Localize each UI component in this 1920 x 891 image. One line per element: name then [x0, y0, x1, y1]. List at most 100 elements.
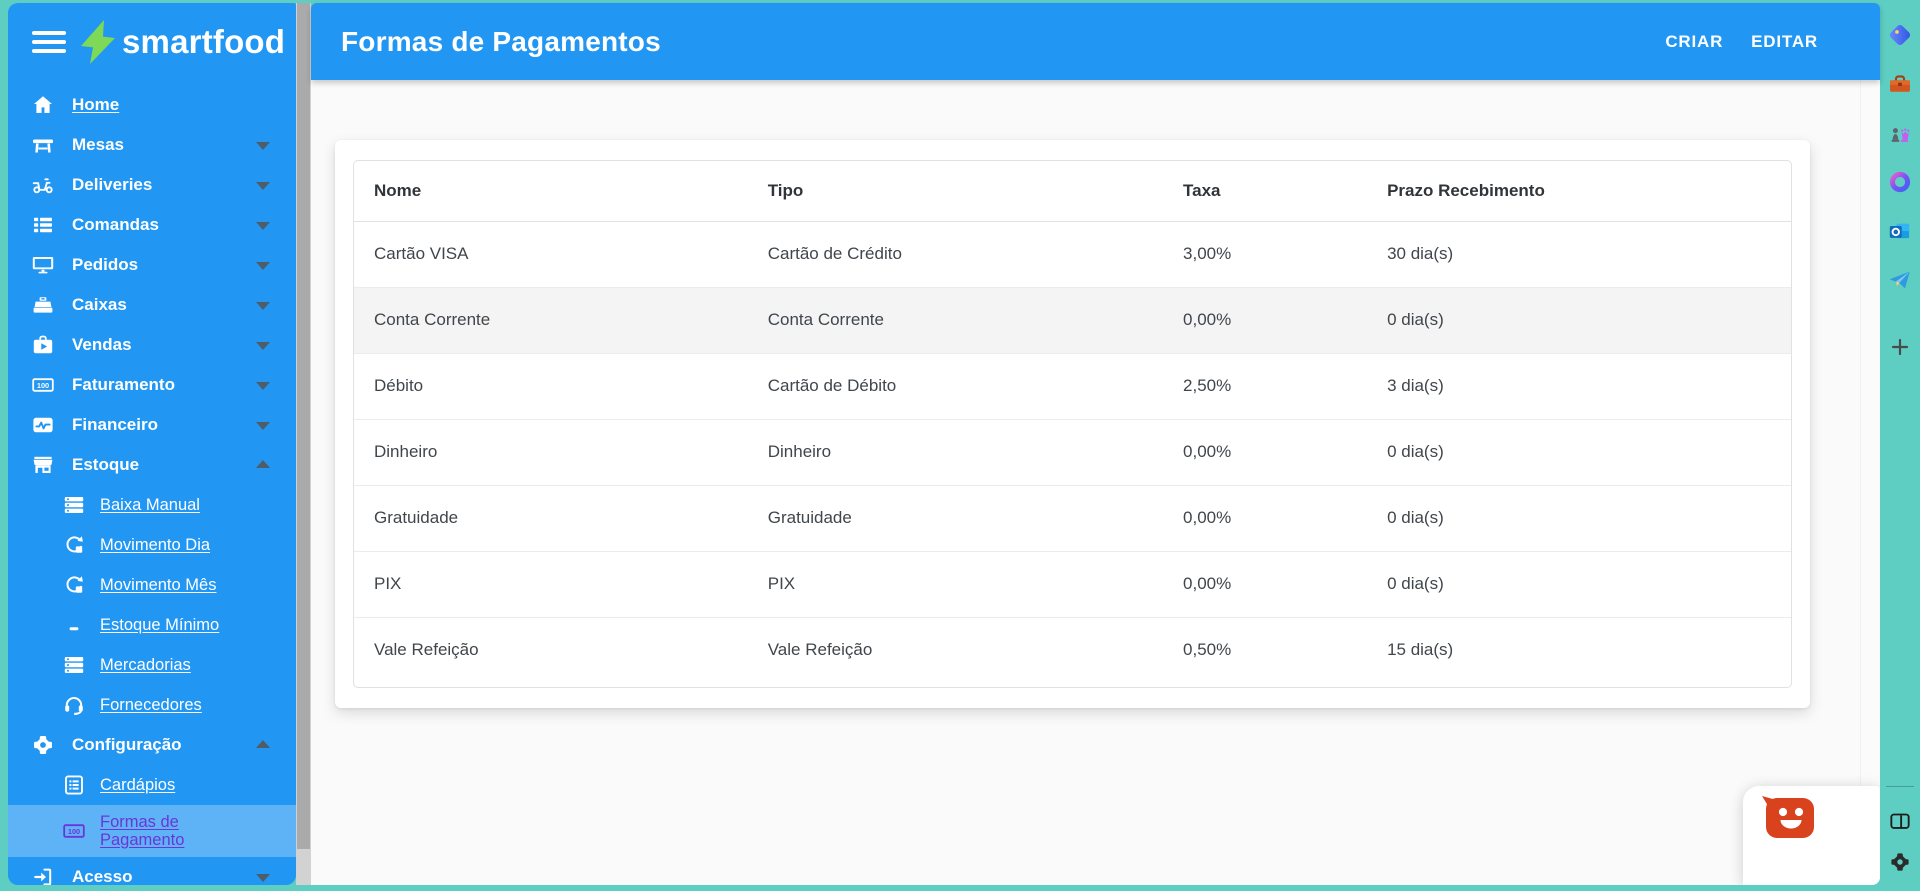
sidebar-item-label: Pedidos — [72, 255, 139, 274]
sidebar-item-estoque-minimo[interactable]: Estoque Mínimo — [8, 605, 296, 645]
toolbox-icon[interactable] — [1887, 71, 1913, 97]
sidebar-item-acesso[interactable]: Acesso — [8, 857, 296, 885]
sidebar-scrollbar[interactable] — [296, 3, 311, 885]
chess-icon[interactable] — [1887, 120, 1913, 146]
send-icon[interactable] — [1887, 267, 1913, 293]
sidebar-item-vendas[interactable]: Vendas — [8, 325, 296, 365]
app-window: smartfood Home Mesas Deliveries Comandas Ped… — [8, 3, 1880, 885]
page-title: Formas de Pagamentos — [341, 25, 661, 57]
sidebar-item-caixas[interactable]: Caixas — [8, 285, 296, 325]
table-row-conta-corrente[interactable]: Conta Corrente Conta Corrente 0,00% 0 dia(s… — [354, 286, 1791, 353]
cell-taxa: 0,50% — [1163, 616, 1368, 683]
sidebar-item-label: Comandas — [72, 215, 159, 234]
table-row-pix[interactable]: PIX PIX 0,00% 0 dia(s) — [354, 550, 1791, 617]
chevron-down-icon — [256, 342, 270, 350]
table-row-cartao-visa[interactable]: Cartão VISA Cartão de Crédito 3,00% 30 dia(… — [354, 221, 1791, 287]
add-icon[interactable] — [1887, 334, 1913, 360]
cell-prazo: 0 dia(s) — [1367, 286, 1791, 353]
hamburger-menu-icon[interactable] — [32, 31, 66, 53]
sidebar-item-mercadorias[interactable]: Mercadorias — [8, 645, 296, 685]
sidebar-item-label: Movimento Dia — [100, 535, 211, 554]
sync-icon — [62, 573, 86, 597]
editar-button[interactable]: EDITAR — [1739, 22, 1830, 62]
sidebar-item-financeiro[interactable]: Financeiro — [8, 405, 296, 445]
sidebar-item-label: Financeiro — [72, 415, 158, 434]
office-icon[interactable] — [1887, 169, 1913, 195]
chevron-up-icon — [256, 460, 270, 468]
home-icon — [30, 92, 56, 118]
chevron-down-icon — [256, 262, 270, 270]
sidebar-item-label: Formas de Pagamento — [100, 812, 185, 849]
sidebar-item-movimento-dia[interactable]: Movimento Dia — [8, 525, 296, 565]
banknote-icon: 100 — [30, 372, 56, 398]
sidebar-item-baixa-manual[interactable]: Baixa Manual — [8, 485, 296, 525]
sidebar-item-mesas[interactable]: Mesas — [8, 125, 296, 165]
sidebar-item-formas-de-pagamento[interactable]: 100 Formas de Pagamento — [8, 805, 296, 857]
payments-table: Nome Tipo Taxa Prazo Recebimento Cartão VIS… — [353, 160, 1792, 688]
sidebar-item-movimento-mes[interactable]: Movimento Mês — [8, 565, 296, 605]
chevron-down-icon — [256, 302, 270, 310]
cell-taxa: 2,50% — [1163, 352, 1368, 419]
sidebar-item-fornecedores[interactable]: Fornecedores — [8, 685, 296, 725]
sidebar-item-cardapios[interactable]: Cardápios — [8, 765, 296, 805]
cell-taxa: 3,00% — [1183, 244, 1232, 263]
sidebar-item-pedidos[interactable]: Pedidos — [8, 245, 296, 285]
cell-prazo: 0 dia(s) — [1367, 550, 1791, 617]
smartfood-logo[interactable]: smartfood — [76, 19, 285, 65]
svg-text:100: 100 — [37, 381, 49, 390]
chevron-down-icon — [256, 874, 270, 882]
sidebar-item-label: Configuração — [72, 735, 182, 754]
table-row-debito[interactable]: Débito Cartão de Débito 2,50% 3 dia(s) — [354, 352, 1791, 419]
sidebar-item-deliveries[interactable]: Deliveries — [8, 165, 296, 205]
rail-divider — [1886, 786, 1914, 787]
sidebar-item-label: Mercadorias — [100, 655, 191, 674]
sidebar-item-comandas[interactable]: Comandas — [8, 205, 296, 245]
cell-prazo: 30 dia(s) — [1387, 244, 1454, 263]
chevron-down-icon — [256, 222, 270, 230]
cell-taxa: 0,00% — [1163, 550, 1368, 617]
sidebar-nav: Home Mesas Deliveries Comandas Pedidos Caixas… — [8, 81, 296, 885]
rail-bottom-icons — [1880, 786, 1920, 875]
sidebar-item-label: Estoque — [72, 455, 140, 474]
chevron-down-icon — [256, 382, 270, 390]
sidebar-item-estoque[interactable]: Estoque — [8, 445, 296, 485]
sidebar-item-configuracao[interactable]: Configuração — [8, 725, 296, 765]
headset-icon — [62, 693, 86, 717]
list-icon — [30, 212, 56, 238]
tag-icon[interactable] — [1887, 22, 1913, 48]
chevron-up-icon — [256, 740, 270, 748]
sidebar-item-label: Cardápios — [100, 775, 176, 794]
settings-gear-icon[interactable] — [1887, 849, 1913, 875]
chevron-down-icon — [256, 142, 270, 150]
sidebar-item-label: Movimento Mês — [100, 575, 217, 594]
chevron-down-icon — [256, 422, 270, 430]
chat-smiley-icon[interactable] — [1757, 794, 1823, 844]
cell-tipo: Cartão de Crédito — [767, 244, 902, 263]
criar-button[interactable]: CRIAR — [1653, 22, 1735, 62]
gear-icon — [30, 732, 56, 758]
content-area: Nome Tipo Taxa Prazo Recebimento Cartão VIS… — [311, 80, 1880, 885]
cell-prazo: 3 dia(s) — [1367, 352, 1791, 419]
sidebar-panel-icon[interactable] — [1887, 808, 1913, 834]
rows-icon — [62, 493, 86, 517]
login-icon — [30, 864, 56, 885]
cell-taxa: 0,00% — [1163, 418, 1368, 485]
sidebar-item-home[interactable]: Home — [8, 85, 296, 125]
page-scrollbar[interactable] — [1860, 80, 1880, 885]
column-header-prazo-recebimento: Prazo Recebimento — [1367, 161, 1791, 222]
chat-widget-panel — [1743, 786, 1880, 885]
table-row-vale-refeicao[interactable]: Vale Refeição Vale Refeição 0,50% 15 dia(s) — [354, 616, 1791, 683]
main-area: Formas de Pagamentos CRIAR EDITAR Nome Tip… — [311, 3, 1880, 885]
cell-taxa: 0,00% — [1163, 484, 1368, 551]
sidebar-scrollbar-thumb[interactable] — [297, 3, 310, 849]
outlook-icon[interactable] — [1887, 218, 1913, 244]
table-row-gratuidade[interactable]: Gratuidade Gratuidade 0,00% 0 dia(s) — [354, 484, 1791, 551]
cell-nome: PIX — [354, 550, 748, 617]
payments-card: Nome Tipo Taxa Prazo Recebimento Cartão VIS… — [335, 140, 1810, 708]
sidebar-item-label: Estoque Mínimo — [100, 615, 220, 634]
cell-prazo: 15 dia(s) — [1367, 616, 1791, 683]
sidebar-item-faturamento[interactable]: 100 Faturamento — [8, 365, 296, 405]
menu-list-icon — [62, 773, 86, 797]
table-row-dinheiro[interactable]: Dinheiro Dinheiro 0,00% 0 dia(s) — [354, 418, 1791, 485]
monitor-icon — [30, 252, 56, 278]
